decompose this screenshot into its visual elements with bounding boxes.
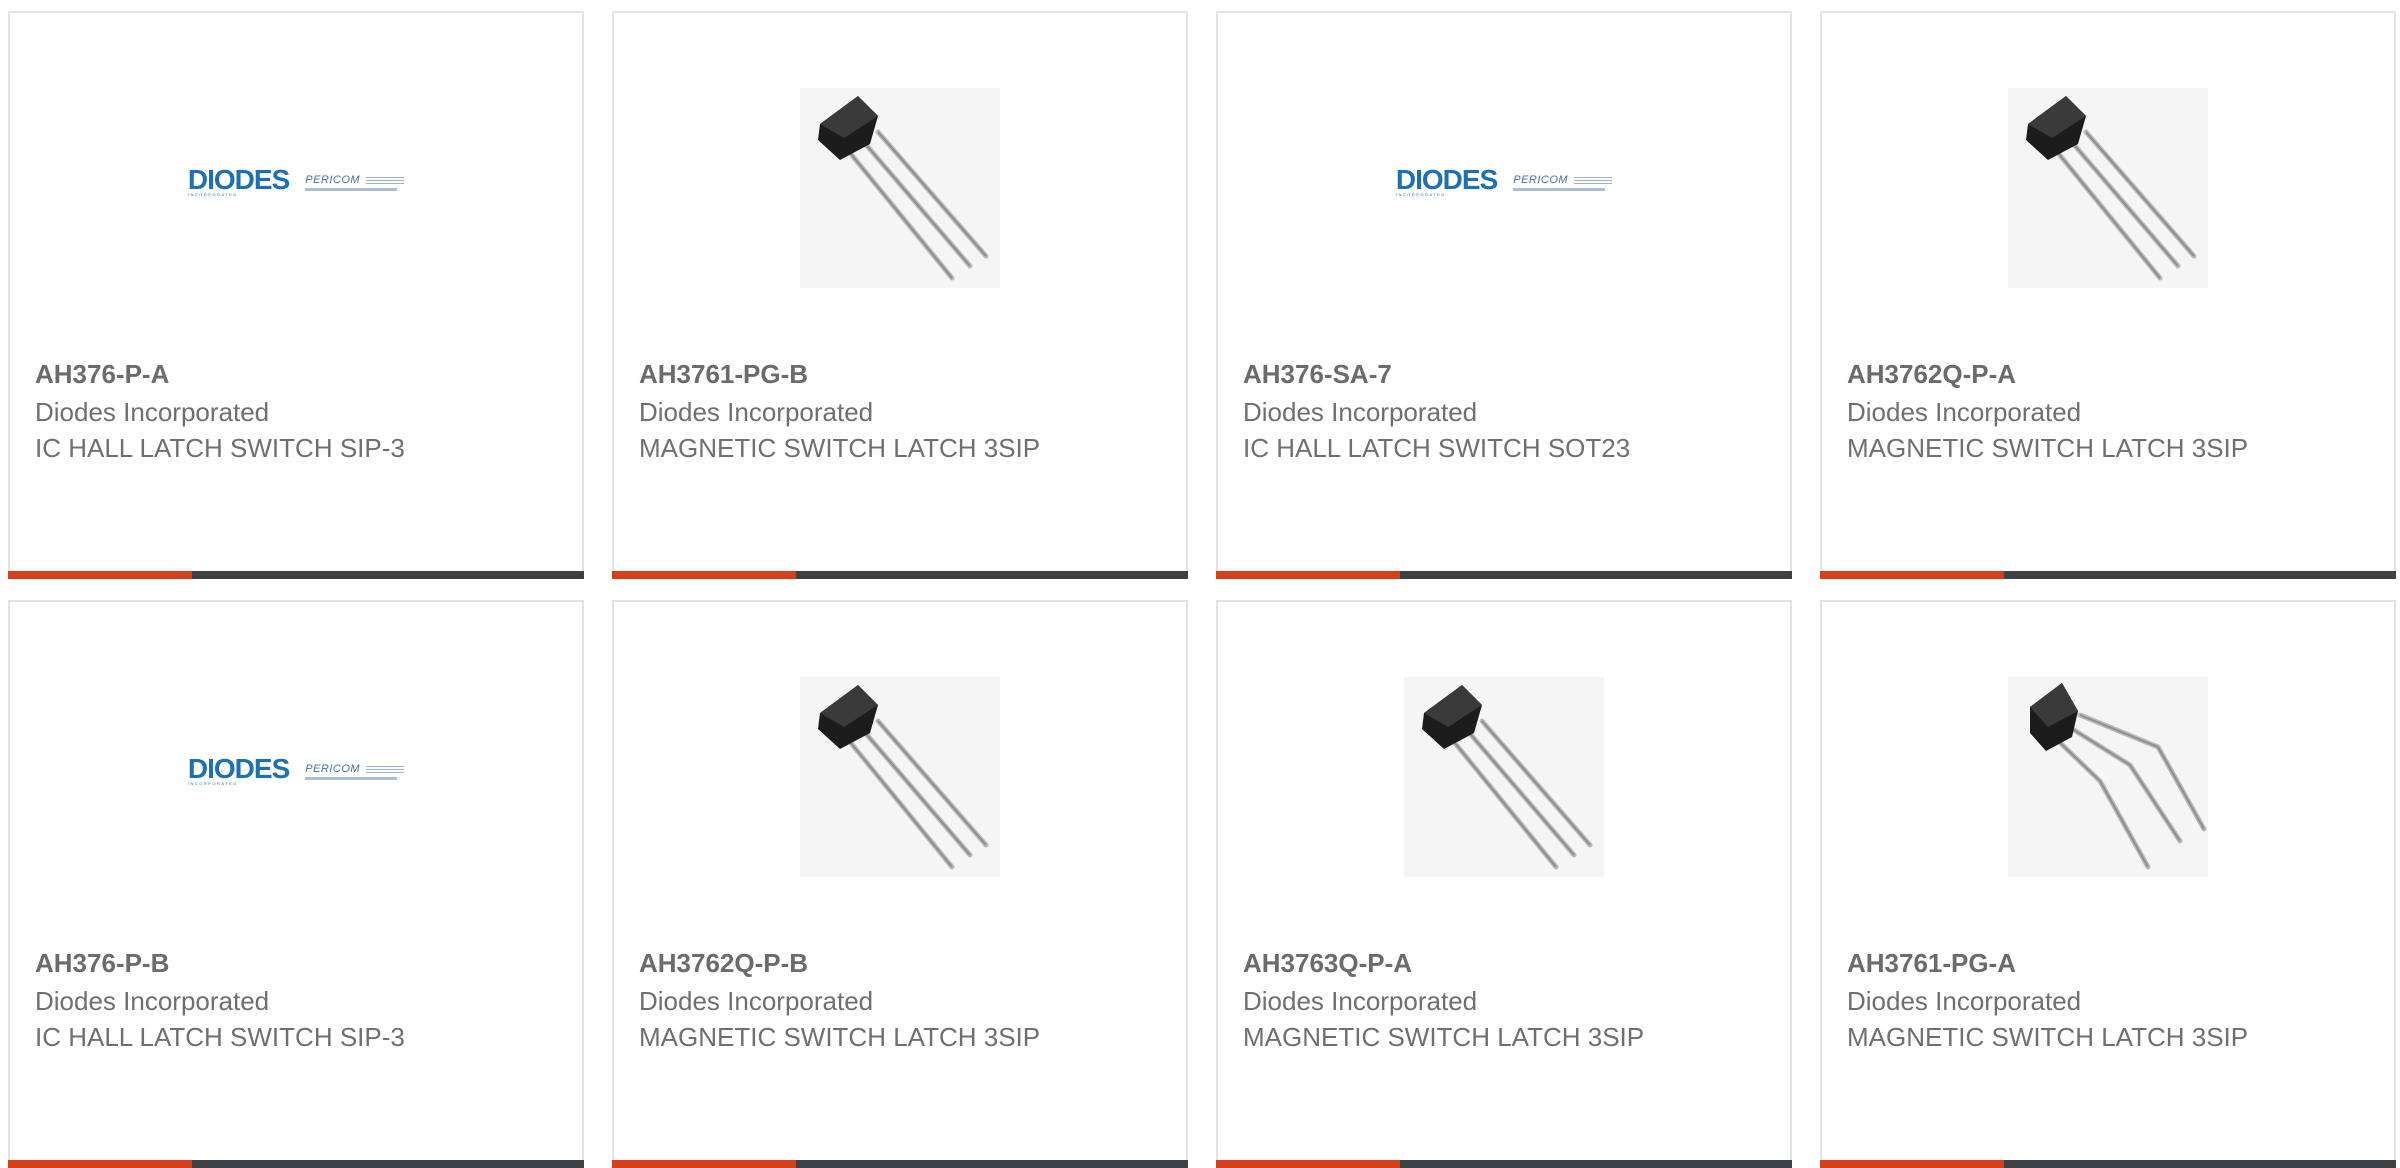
to92-transistor-icon <box>1404 677 1604 877</box>
manufacturer-name: Diodes Incorporated <box>35 397 270 427</box>
product-image[interactable] <box>1822 602 2394 942</box>
product-description: MAGNETIC SWITCH LATCH 3SIP <box>1847 1022 2249 1052</box>
to92-transistor-icon <box>800 88 1000 288</box>
product-description: MAGNETIC SWITCH LATCH 3SIP <box>1847 433 2249 463</box>
to92-transistor-icon <box>2008 88 2208 288</box>
manufacturer-name: Diodes Incorporated <box>1847 986 2082 1016</box>
card-bar-accent <box>612 571 796 579</box>
product-card[interactable]: DIODES INCORPORATED PERICOM AH376-P-B Dio… <box>8 600 584 1168</box>
manufacturer-name: Diodes Incorporated <box>1847 397 2082 427</box>
product-description: MAGNETIC SWITCH LATCH 3SIP <box>639 1022 1041 1052</box>
product-description: MAGNETIC SWITCH LATCH 3SIP <box>639 433 1041 463</box>
product-card[interactable]: DIODES INCORPORATED PERICOM AH376-P-A Dio… <box>8 11 584 579</box>
part-number-link[interactable]: AH3762Q-P-B <box>639 943 1166 983</box>
product-grid: DIODES INCORPORATED PERICOM AH376-P-A Dio… <box>0 0 2400 1168</box>
manufacturer-name: Diodes Incorporated <box>1243 397 1478 427</box>
part-number-link[interactable]: AH3761-PG-A <box>1847 943 2374 983</box>
card-bar-accent <box>8 571 192 579</box>
product-card[interactable]: AH3762Q-P-B Diodes Incorporated MAGNETIC… <box>612 600 1188 1168</box>
product-image[interactable] <box>614 602 1186 942</box>
product-card[interactable]: AH3761-PG-A Diodes Incorporated MAGNETIC… <box>1820 600 2396 1168</box>
product-description: IC HALL LATCH SWITCH SIP-3 <box>35 433 405 463</box>
product-image[interactable] <box>614 13 1186 353</box>
part-number-link[interactable]: AH376-SA-7 <box>1243 354 1770 394</box>
card-bar <box>8 571 584 579</box>
part-number-link[interactable]: AH376-P-A <box>35 354 562 394</box>
product-image[interactable]: DIODES INCORPORATED PERICOM <box>10 13 582 353</box>
product-description: IC HALL LATCH SWITCH SIP-3 <box>35 1022 405 1052</box>
product-image[interactable] <box>1218 602 1790 942</box>
card-bar <box>612 571 1188 579</box>
product-description: IC HALL LATCH SWITCH SOT23 <box>1243 433 1631 463</box>
manufacturer-name: Diodes Incorporated <box>639 397 874 427</box>
part-number-link[interactable]: AH3762Q-P-A <box>1847 354 2374 394</box>
diodes-logo-icon: DIODES INCORPORATED PERICOM <box>1396 166 1613 197</box>
part-number-link[interactable]: AH3763Q-P-A <box>1243 943 1770 983</box>
product-image[interactable] <box>1822 13 2394 353</box>
manufacturer-name: Diodes Incorporated <box>639 986 874 1016</box>
diodes-logo-icon: DIODES INCORPORATED PERICOM <box>188 166 405 197</box>
product-image[interactable]: DIODES INCORPORATED PERICOM <box>1218 13 1790 353</box>
part-number-link[interactable]: AH3761-PG-B <box>639 354 1166 394</box>
to92-transistor-icon <box>800 677 1000 877</box>
sip-transistor-icon <box>2008 677 2208 877</box>
card-bar <box>1820 571 2396 579</box>
product-card[interactable]: AH3762Q-P-A Diodes Incorporated MAGNETIC… <box>1820 11 2396 579</box>
product-card[interactable]: DIODES INCORPORATED PERICOM AH376-SA-7 Di… <box>1216 11 1792 579</box>
part-number-link[interactable]: AH376-P-B <box>35 943 562 983</box>
product-image[interactable]: DIODES INCORPORATED PERICOM <box>10 602 582 942</box>
card-bar <box>1216 571 1792 579</box>
card-bar-accent <box>1820 571 2004 579</box>
diodes-logo-icon: DIODES INCORPORATED PERICOM <box>188 755 405 786</box>
product-card[interactable]: AH3761-PG-B Diodes Incorporated MAGNETIC… <box>612 11 1188 579</box>
card-bar-accent <box>1216 571 1400 579</box>
product-card[interactable]: AH3763Q-P-A Diodes Incorporated MAGNETIC… <box>1216 600 1792 1168</box>
product-description: MAGNETIC SWITCH LATCH 3SIP <box>1243 1022 1645 1052</box>
manufacturer-name: Diodes Incorporated <box>35 986 270 1016</box>
manufacturer-name: Diodes Incorporated <box>1243 986 1478 1016</box>
